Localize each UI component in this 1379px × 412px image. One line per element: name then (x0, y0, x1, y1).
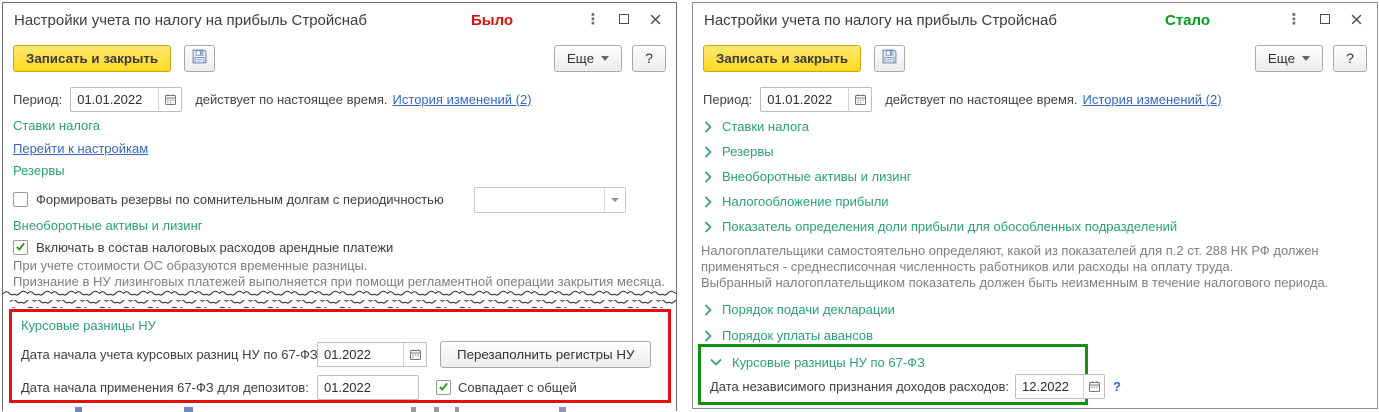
chevron-right-icon (704, 195, 712, 208)
save-button[interactable] (184, 44, 216, 72)
exchange-row2-label: Дата начала применения 67-ФЗ для депозит… (21, 380, 309, 395)
period-label: Период: (13, 91, 63, 107)
highlight-box-before: Курсовые разницы НУ Дата начала учета ку… (9, 309, 671, 403)
maximize-icon[interactable] (617, 12, 631, 26)
save-close-button[interactable]: Записать и закрыть (703, 44, 862, 72)
toolbar: Записать и закрыть Еще ? (13, 44, 666, 72)
close-icon[interactable] (648, 12, 662, 26)
chevron-down-icon (710, 358, 722, 366)
chevron-right-icon (704, 303, 712, 316)
help-button[interactable]: ? (632, 44, 666, 72)
recognition-date-input[interactable]: 12.2022 (1015, 374, 1105, 399)
save-icon (191, 48, 208, 68)
period-input[interactable]: 01.01.2022 (70, 86, 183, 112)
taxpayer-note-line-3: Выбранный налогоплательщиком показатель … (701, 275, 1329, 290)
assets-checkbox[interactable] (13, 239, 28, 255)
period-label: Период: (703, 91, 753, 107)
recognition-date-label: Дата независимого признания доходов расх… (710, 379, 1009, 394)
torn-screenshot-divider (3, 290, 676, 308)
chevron-right-icon (704, 120, 712, 133)
taxpayer-note-line-2: применяться - среднесписочная численност… (701, 259, 1234, 274)
period-row: Период: 01.01.2022 действует по настояще… (703, 86, 1222, 112)
chevron-right-icon (704, 170, 712, 183)
period-note: действует по настоящее время. (195, 91, 388, 107)
combo-arrow-icon (610, 197, 619, 206)
section-reserves: Резервы (13, 163, 65, 178)
exchange-row-2: Дата начала применения 67-ФЗ для депозит… (21, 375, 577, 400)
group-assets-leasing[interactable]: Внеоборотные активы и лизинг (704, 169, 911, 184)
exchange-row1-label: Дата начала учета курсовых разниц НУ по … (21, 347, 322, 362)
window-title: Настройки учета по налогу на прибыль Стр… (704, 12, 1057, 29)
more-button[interactable]: Еще (553, 44, 622, 72)
window-before: Настройки учета по налогу на прибыль Стр… (2, 2, 677, 412)
calendar-icon[interactable] (1083, 375, 1104, 398)
toolbar: Записать и закрыть Еще ? (703, 44, 1367, 72)
group-exchange-diff-67fz[interactable]: Курсовые разницы НУ по 67-ФЗ (710, 354, 925, 370)
periodicity-dropdown[interactable] (473, 186, 626, 213)
check-icon (15, 240, 26, 255)
assets-note-2: Признание в НУ лизинговых платежей выпол… (13, 274, 665, 289)
reserves-checkbox[interactable] (13, 192, 28, 207)
check-icon (438, 380, 449, 395)
badge-after: Стало (1165, 12, 1211, 29)
assets-note-1: При учете стоимости ОС образуются времен… (13, 258, 368, 273)
exchange-row-1: Дата начала учета курсовых разниц НУ по … (21, 341, 652, 368)
history-link[interactable]: История изменений (2) (393, 92, 532, 107)
group-advance-payments[interactable]: Порядок уплаты авансов (704, 328, 873, 343)
chevron-right-icon (704, 329, 712, 342)
refill-registers-button[interactable]: Перезаполнить регистры НУ (440, 341, 652, 368)
highlight-box-after: Курсовые разницы НУ по 67-ФЗ Дата незави… (698, 344, 1121, 405)
calendar-icon[interactable] (158, 87, 181, 111)
maximize-icon[interactable] (1318, 12, 1332, 26)
goto-settings-link[interactable]: Перейти к настройкам (13, 141, 148, 156)
recognition-date-row: Дата независимого признания доходов расх… (710, 374, 1121, 399)
section-tax-rates: Ставки налога (13, 118, 100, 133)
help-button[interactable]: ? (1333, 44, 1367, 72)
group-declaration-order[interactable]: Порядок подачи декларации (704, 302, 895, 317)
group-reserves[interactable]: Резервы (704, 144, 774, 159)
deposits-date-input[interactable]: 01.2022 (317, 375, 419, 400)
chevron-right-icon (704, 145, 712, 158)
calendar-icon[interactable] (403, 343, 426, 366)
group-tax-rates[interactable]: Ставки налога (704, 119, 809, 134)
dropdown-arrow-icon (601, 56, 609, 65)
group-profit-taxation[interactable]: Налогообложение прибыли (704, 194, 889, 209)
field-help-link[interactable]: ? (1113, 379, 1121, 394)
close-icon[interactable] (1349, 12, 1363, 26)
chevron-right-icon (704, 220, 712, 233)
section-exchange-diff: Курсовые разницы НУ (21, 318, 156, 333)
taxpayer-note-line-1: Налогоплательщики самостоятельно определ… (701, 243, 1319, 258)
window-controls: ⋮ (586, 12, 662, 27)
save-icon (881, 48, 898, 68)
matches-common-checkbox[interactable] (436, 380, 451, 395)
assets-checkbox-row: Включать в состав налоговых расходов аре… (13, 238, 393, 256)
dropdown-arrow-icon (1302, 56, 1310, 65)
cutoff-content-remnant (3, 407, 676, 412)
window-menu-icon[interactable]: ⋮ (586, 12, 601, 27)
before-after-comparison: Настройки учета по налогу на прибыль Стр… (0, 0, 1379, 412)
window-after: Настройки учета по налогу на прибыль Стр… (692, 2, 1378, 409)
window-menu-icon[interactable]: ⋮ (1287, 12, 1302, 27)
period-input[interactable]: 01.01.2022 (760, 86, 873, 112)
group-profit-share-indicator[interactable]: Показатель определения доли прибыли для … (704, 219, 1177, 234)
calendar-icon[interactable] (848, 87, 871, 111)
badge-before: Было (471, 12, 514, 29)
more-button[interactable]: Еще (1254, 44, 1323, 72)
history-link[interactable]: История изменений (2) (1083, 92, 1222, 107)
window-title: Настройки учета по налогу на прибыль Стр… (14, 12, 367, 29)
save-button[interactable] (874, 44, 906, 72)
period-row: Период: 01.01.2022 действует по настояще… (13, 86, 532, 112)
save-close-button[interactable]: Записать и закрыть (13, 44, 172, 72)
section-assets-leasing: Внеоборотные активы и лизинг (13, 218, 203, 233)
reserves-checkbox-row: Формировать резервы по сомнительным долг… (13, 186, 626, 213)
window-controls: ⋮ (1287, 12, 1363, 27)
exchange-date-input[interactable]: 01.2022 (317, 342, 427, 367)
period-note: действует по настоящее время. (885, 91, 1078, 107)
